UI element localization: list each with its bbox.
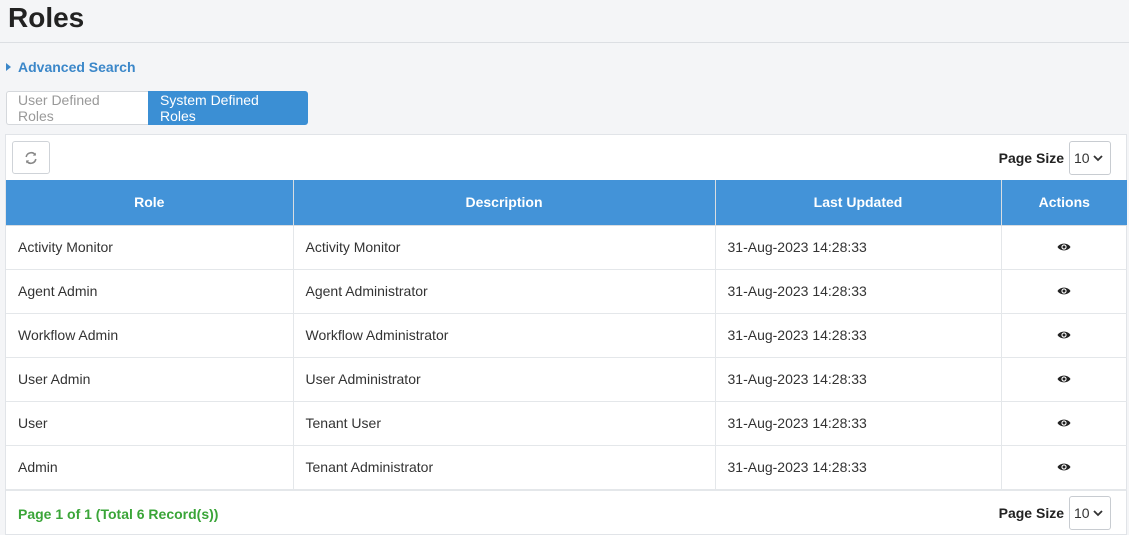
cell-role: Workflow Admin — [6, 312, 294, 358]
cell-actions — [1000, 444, 1127, 490]
chevron-down-icon — [1093, 155, 1103, 162]
cell-last-updated: 31-Aug-2023 14:28:33 — [714, 224, 1002, 270]
cell-actions — [1000, 268, 1127, 314]
eye-icon[interactable] — [1057, 462, 1071, 472]
cell-role: Admin — [6, 444, 294, 490]
advanced-search-toggle[interactable]: Advanced Search — [6, 59, 136, 75]
table-row: Workflow Admin Workflow Administrator 31… — [6, 312, 1127, 358]
cell-description: User Administrator — [292, 356, 716, 402]
page-size-select[interactable]: 10 — [1069, 141, 1111, 175]
cell-last-updated: 31-Aug-2023 14:28:33 — [714, 356, 1002, 402]
cell-role: User — [6, 400, 294, 446]
cell-last-updated: 31-Aug-2023 14:28:33 — [714, 400, 1002, 446]
tab-system-defined-roles[interactable]: System Defined Roles — [148, 91, 308, 125]
advanced-search-label: Advanced Search — [18, 59, 136, 75]
eye-icon[interactable] — [1057, 418, 1071, 428]
page-size-value: 10 — [1074, 150, 1090, 166]
page-size-group-top: Page Size 10 — [999, 141, 1111, 175]
page-size-group-bottom: Page Size 10 — [999, 496, 1111, 530]
page-size-select[interactable]: 10 — [1069, 496, 1111, 530]
roles-table: Role Description Last Updated Actions Ac… — [6, 180, 1127, 490]
cell-last-updated: 31-Aug-2023 14:28:33 — [714, 268, 1002, 314]
eye-icon[interactable] — [1057, 242, 1071, 252]
table-footer: Page 1 of 1 (Total 6 Record(s)) Page Siz… — [6, 489, 1126, 535]
page-size-label: Page Size — [998, 150, 1064, 166]
cell-description: Agent Administrator — [292, 268, 716, 314]
cell-actions — [1000, 312, 1127, 358]
page-header: Roles — [0, 0, 1129, 43]
eye-icon[interactable] — [1057, 374, 1071, 384]
cell-role: Agent Admin — [6, 268, 294, 314]
table-toolbar: Page Size 10 — [6, 135, 1126, 180]
column-header-last-updated[interactable]: Last Updated — [714, 180, 1002, 226]
cell-description: Tenant Administrator — [292, 444, 716, 490]
page-title: Roles — [8, 2, 85, 33]
cell-actions — [1000, 400, 1127, 446]
page-size-label: Page Size — [998, 505, 1064, 521]
cell-description: Workflow Administrator — [292, 312, 716, 358]
table-row: Admin Tenant Administrator 31-Aug-2023 1… — [6, 444, 1127, 490]
table-row: Agent Admin Agent Administrator 31-Aug-2… — [6, 268, 1127, 314]
pager-info: Page 1 of 1 (Total 6 Record(s)) — [18, 506, 219, 522]
cell-role: Activity Monitor — [6, 224, 294, 270]
cell-description: Activity Monitor — [292, 224, 716, 270]
cell-role: User Admin — [6, 356, 294, 402]
role-type-tabs: User Defined Roles System Defined Roles — [6, 91, 308, 125]
column-header-description[interactable]: Description — [292, 180, 716, 226]
cell-last-updated: 31-Aug-2023 14:28:33 — [714, 444, 1002, 490]
roles-panel: Page Size 10 Role Description Last Updat… — [5, 134, 1127, 535]
table-row: Activity Monitor Activity Monitor 31-Aug… — [6, 224, 1127, 270]
eye-icon[interactable] — [1057, 330, 1071, 340]
page-size-value: 10 — [1074, 505, 1090, 521]
table-row: User Admin User Administrator 31-Aug-202… — [6, 356, 1127, 402]
eye-icon[interactable] — [1057, 286, 1071, 296]
cell-actions — [1000, 224, 1127, 270]
cell-actions — [1000, 356, 1127, 402]
table-header-row: Role Description Last Updated Actions — [6, 180, 1127, 226]
cell-last-updated: 31-Aug-2023 14:28:33 — [714, 312, 1002, 358]
refresh-button[interactable] — [12, 141, 50, 174]
cell-description: Tenant User — [292, 400, 716, 446]
caret-right-icon — [6, 63, 11, 71]
tab-user-defined-roles[interactable]: User Defined Roles — [6, 91, 148, 125]
column-header-role[interactable]: Role — [6, 180, 294, 226]
column-header-actions: Actions — [1000, 180, 1127, 226]
chevron-down-icon — [1093, 510, 1103, 517]
table-row: User Tenant User 31-Aug-2023 14:28:33 — [6, 400, 1127, 446]
refresh-icon — [25, 151, 37, 164]
